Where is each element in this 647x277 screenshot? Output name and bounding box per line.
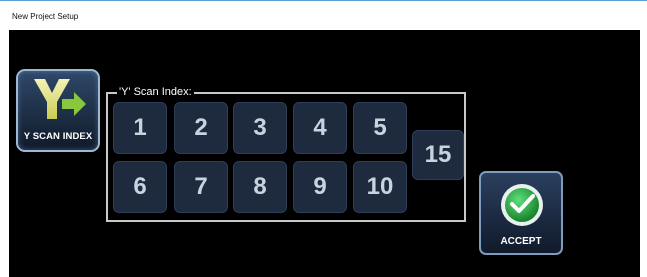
- index-button-9[interactable]: 9: [293, 161, 347, 213]
- selected-value-display[interactable]: 15: [412, 130, 464, 180]
- setup-panel: Y SCAN INDEX 'Y' Scan Index: 1 2 3 4 5 6…: [9, 30, 640, 277]
- index-button-8[interactable]: 8: [233, 161, 287, 213]
- index-button-4[interactable]: 4: [293, 102, 347, 154]
- index-button-3[interactable]: 3: [233, 102, 287, 154]
- accept-button[interactable]: ACCEPT: [479, 171, 563, 255]
- accept-label: ACCEPT: [500, 236, 542, 247]
- index-button-6[interactable]: 6: [113, 161, 167, 213]
- y-arrow-icon: [34, 79, 86, 119]
- check-circle-icon: [501, 184, 543, 226]
- y-scan-index-label: Y SCAN INDEX: [23, 131, 93, 142]
- index-button-1[interactable]: 1: [113, 102, 167, 154]
- index-button-5[interactable]: 5: [353, 102, 407, 154]
- window-titlebar: New Project Setup: [0, 0, 647, 30]
- index-button-7[interactable]: 7: [174, 161, 228, 213]
- index-button-10[interactable]: 10: [353, 161, 407, 213]
- group-legend: 'Y' Scan Index:: [117, 86, 194, 98]
- window-title: New Project Setup: [12, 12, 79, 21]
- y-scan-index-button[interactable]: Y SCAN INDEX: [16, 69, 100, 152]
- index-button-2[interactable]: 2: [174, 102, 228, 154]
